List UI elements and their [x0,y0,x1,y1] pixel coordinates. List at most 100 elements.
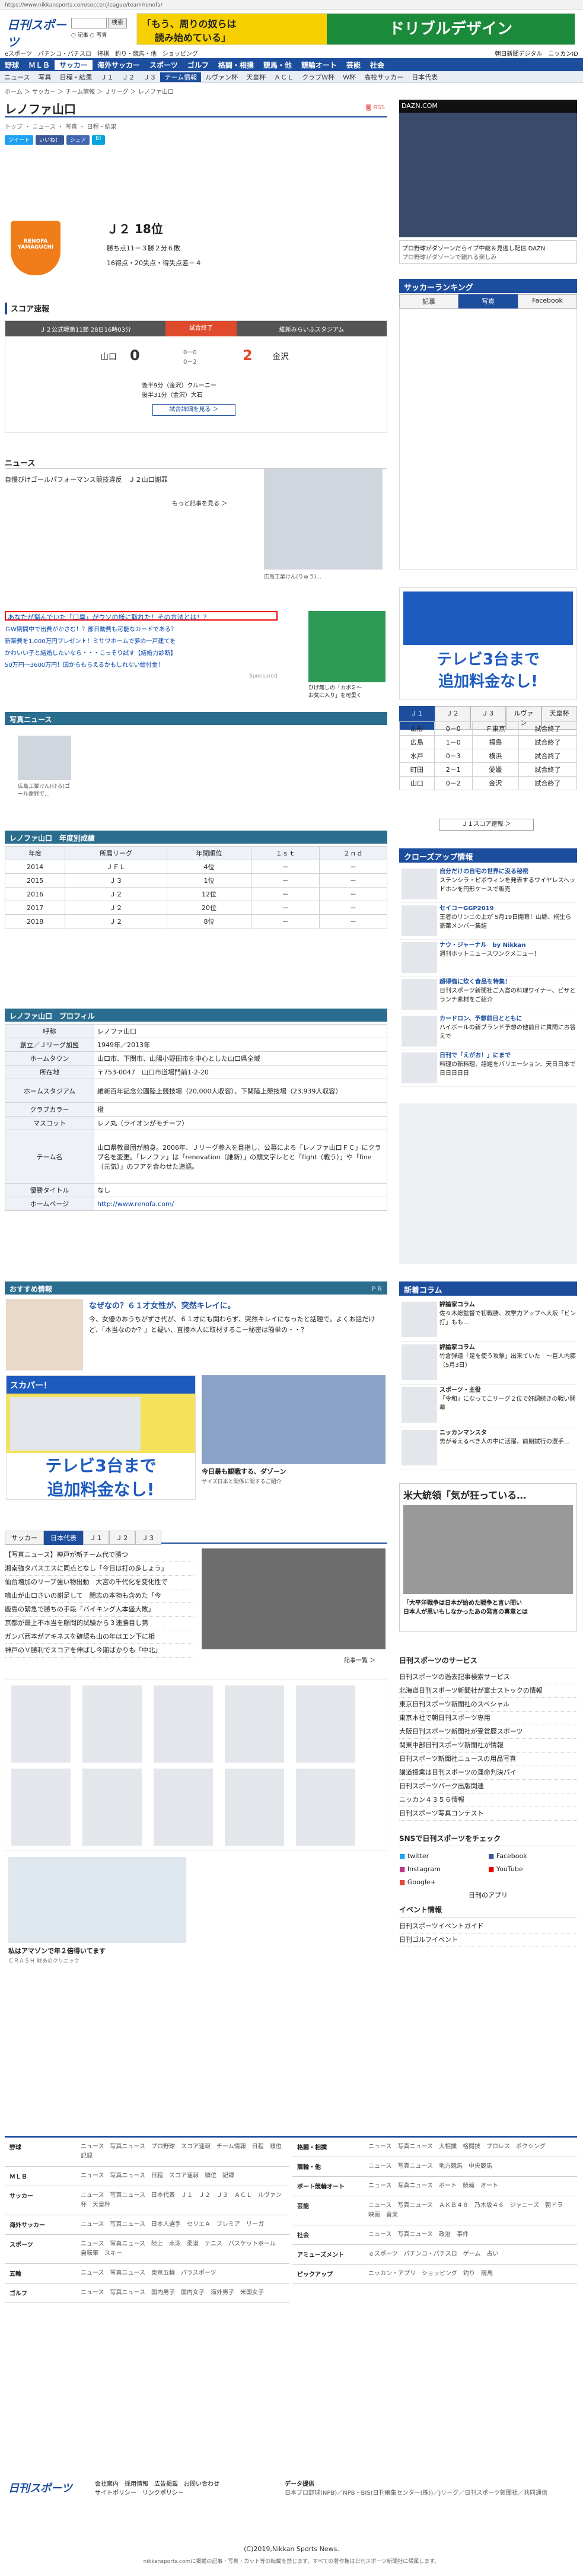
mini-score-row[interactable]: 水戸 0－3 横浜 試合終了 [399,749,577,763]
search-button[interactable]: 検索 [108,18,127,28]
nav-kaigai-soccer[interactable]: 海外サッカー [93,60,145,70]
news-item[interactable]: 自慢びけゴールパフォーマンス競技違反 Ｊ２山口謝罪 [5,475,242,484]
nav-kakutou[interactable]: 格闘・相撲 [214,60,259,70]
dazn-banner-header[interactable]: DAZN.COM [399,100,577,113]
list-item[interactable]: 日刊スポーツイベントガイド [399,1920,577,1933]
subnav-photo[interactable]: 写真 [34,72,55,82]
homepage-link[interactable]: http://www.renofa.com/ [94,1197,387,1211]
osusume-body[interactable]: 今、女優のおうちがずさ代が、６１才にも関わらず、突然キレイになったと話題で。よく… [89,1314,386,1335]
product-item[interactable] [11,1685,71,1763]
amazon-ad-sub[interactable]: ＣＲＡＳＨ 財あのクリニック [8,1957,186,1964]
list-item[interactable]: 【写真ニュース】神戸が新チーム代で勝つ [5,1548,195,1562]
nav-yakyu[interactable]: 野球 [0,60,24,70]
closeup-item[interactable]: 自分だけの自宅の世界に没る秘密 ステンシラ・ピボウィンを発表するワイヤレスヘッドホ… [399,866,577,903]
dazn-ad-image[interactable] [202,1375,386,1464]
product-item[interactable] [296,1685,355,1763]
nav-shakai[interactable]: 社会 [365,60,389,70]
subnav-j1[interactable]: Ｊ１ [96,72,117,82]
nav-soccer[interactable]: サッカー [55,59,93,70]
dazn-banner-text[interactable]: プロ野球がダゾーンだらイブ中継＆見逃し配信 DAZN プロ野球がダゾーンで観れる… [399,240,577,264]
list-item[interactable]: 講道授業は日刊スポーツの運命判決パイ [399,1766,577,1780]
nav-geinou[interactable]: 芸能 [342,60,365,70]
list-item[interactable]: 日刊スポーツ写真コンテスト [399,1807,577,1821]
column-item[interactable]: ニッカンマンスタ 男が考えるべき人の中に活躍、前期試行の選手… [399,1427,577,1470]
osusume-title[interactable]: なぜなの？６１才女性が、突然キレイに。 [89,1299,386,1311]
search-input[interactable] [71,18,107,28]
nav-keiba[interactable]: 競馬・他 [259,60,297,70]
site-logo[interactable]: 日刊スポーツ [7,15,66,49]
amazon-ad-image[interactable] [8,1857,186,1943]
list-item[interactable]: 東京本社で朝日刊スポーツ専用 [399,1712,577,1725]
subnav-wc[interactable]: Ｗ杯 [339,72,360,82]
nav-sports[interactable]: スポーツ [145,60,183,70]
dazn-ad-body[interactable]: サイズ日本と関係に関するご紹介 [202,1477,386,1485]
list-item[interactable]: 鹿島の緊急で勝ちの手段「バイキング人本盛大敗」 [5,1603,195,1617]
product-item[interactable] [82,1769,142,1846]
list-item[interactable]: ニッカン４３５６情報 [399,1793,577,1807]
dazn-banner-image[interactable] [399,113,577,237]
mini-score-row[interactable]: 山形 0－0 Ｆ東京 試合終了 [399,721,577,736]
promo-image[interactable] [308,611,386,682]
list-item[interactable]: 神戸のＶ勝利でスコアを伸ばし今期ばかりも「中北」 [5,1644,195,1658]
twitter-link[interactable]: ■ twitter [399,1850,488,1863]
tab-j2[interactable]: Ｊ２ [109,1531,135,1545]
product-item[interactable] [82,1685,142,1763]
news-photo-caption[interactable]: 広島工業けん(りゅう)… [264,573,383,580]
subnav-j3[interactable]: Ｊ３ [139,72,160,82]
ranking-tab-news[interactable]: 記事 [399,294,458,309]
closeup-item[interactable]: 超得強に炊く食品を特集！ 日刊スポーツ新聞社ご入賞の料理ワイナー、ピザとランチ素材… [399,977,577,1013]
list-item[interactable]: 湘南強タパスエスに同点となし「今日は打の多しょう」 [5,1562,195,1576]
googleplus-link[interactable]: ■ Google+ [399,1876,488,1889]
tab-j3[interactable]: Ｊ３ [135,1531,161,1545]
nav-keirin[interactable]: 競輪オート [297,60,342,70]
link-policy-link[interactable]: リンクポリシー [142,2490,184,2497]
youtube-link[interactable]: ■ YouTube [488,1863,577,1876]
bottom-news-photo[interactable] [202,1548,386,1649]
top-subnav[interactable]: eスポーツ パチンコ・パチスロ 将棋 釣り・競馬・他 ショッピング [5,49,301,58]
closeup-item[interactable]: カードロン、予想前日とともに ハイボールの新ブランド予想の他前日に質問にお答えで [399,1013,577,1050]
product-item[interactable] [154,1685,213,1763]
pickup-ad[interactable]: 米大統領「気が狂っている… 「大平洋戦争は日本が始めた戦争と言い問い 日本人が思い… [399,1483,577,1632]
header-ad[interactable]: 「もう、周りの奴らは 読み始めている」 ドリブルデザイン [136,13,575,45]
facebook-link[interactable]: ■ Facebook [488,1850,577,1863]
subnav-schedule[interactable]: 日程・結果 [55,72,96,82]
list-item[interactable]: ガンバ西本がアキネスを確認も山の年はエン下に相 [5,1630,195,1644]
url-text[interactable]: https://www.nikkansports.com/soccer/jlea… [0,2,163,8]
mini-score-more[interactable]: Ｊ１スコア速報 ＞ [439,819,534,831]
shoes-ad[interactable] [399,1103,577,1264]
site-policy-link[interactable]: サイトポリシー [95,2490,136,2497]
tweet-button[interactable]: ツイート [5,135,34,145]
column-item[interactable]: スポーツ・主役 「令和」になってこリーグ２位で好調続きの戦い開幕 [399,1385,577,1427]
amazon-ad-title[interactable]: 私はアマゾンで年２倍得いてます [8,1946,186,1955]
list-item[interactable]: 日刊スポーツ新聞社ニュースの用品写真 [399,1753,577,1766]
promo-line1[interactable]: ＧＷ期間中で出費がかさむ！？部日動費も可能なカードである？ [5,624,283,633]
nav-mlb[interactable]: ＭＬＢ [24,60,55,70]
like-button[interactable]: いいね！ [36,135,65,145]
search-radios[interactable]: ○ 記事 ○ 写真 [71,31,130,39]
subnav-club-wc[interactable]: クラブＷ杯 [298,72,339,82]
app-link[interactable]: 日刊のアプリ [399,1889,577,1902]
news-more-link[interactable]: もっと記事を見る ＞ [172,498,261,507]
tab-j1[interactable]: Ｊ１ [83,1531,109,1545]
bottom-news-more[interactable]: 記事一覧 ＞ [344,1655,375,1664]
match-detail-button[interactable]: 試合詳細を見る ＞ [152,404,235,416]
list-item[interactable]: 日刊スポーツパーク出版関連 [399,1780,577,1793]
product-item[interactable] [225,1685,284,1763]
subnav-j2[interactable]: Ｊ２ [117,72,139,82]
company-link[interactable]: 会社案内 [95,2481,119,2488]
product-item[interactable] [225,1769,284,1846]
footer-logo[interactable]: 日刊スポーツ [8,2480,72,2495]
list-item[interactable]: 関東中部日刊スポーツ新聞社が情報 [399,1739,577,1753]
ad-link[interactable]: 広告掲載 [154,2481,178,2488]
list-item[interactable]: 日刊ゴルフイベント [399,1933,577,1947]
skyperfect-ad[interactable]: スカパー！ テレビ3台まで 追加料金なし! [6,1375,196,1500]
list-item[interactable]: 日刊スポーツの過去記事検索サービス [399,1671,577,1684]
list-item[interactable]: 大阪日刊スポーツ新聞社が受賞歴スポーツ [399,1725,577,1739]
closeup-item[interactable]: ナウ・ジャーナル by Nikkan 週刊ホットニュースワンクメニュー！ [399,940,577,977]
tab-soccer[interactable]: サッカー [5,1531,44,1545]
subnav-tennouhai[interactable]: 天皇杯 [242,72,270,82]
column-item[interactable]: 評論家コラム 竹倉弾道「足を使う攻撃」出来ていた 〜巨人内藤（5月3日） [399,1342,577,1385]
subnav-high-school[interactable]: 高校サッカー [360,72,407,82]
promo-caption[interactable]: ひげ無しの「カボミ〜 お気に入り」を可愛く [308,683,386,699]
mini-score-row[interactable]: 町田 2－1 愛媛 試合終了 [399,762,577,777]
